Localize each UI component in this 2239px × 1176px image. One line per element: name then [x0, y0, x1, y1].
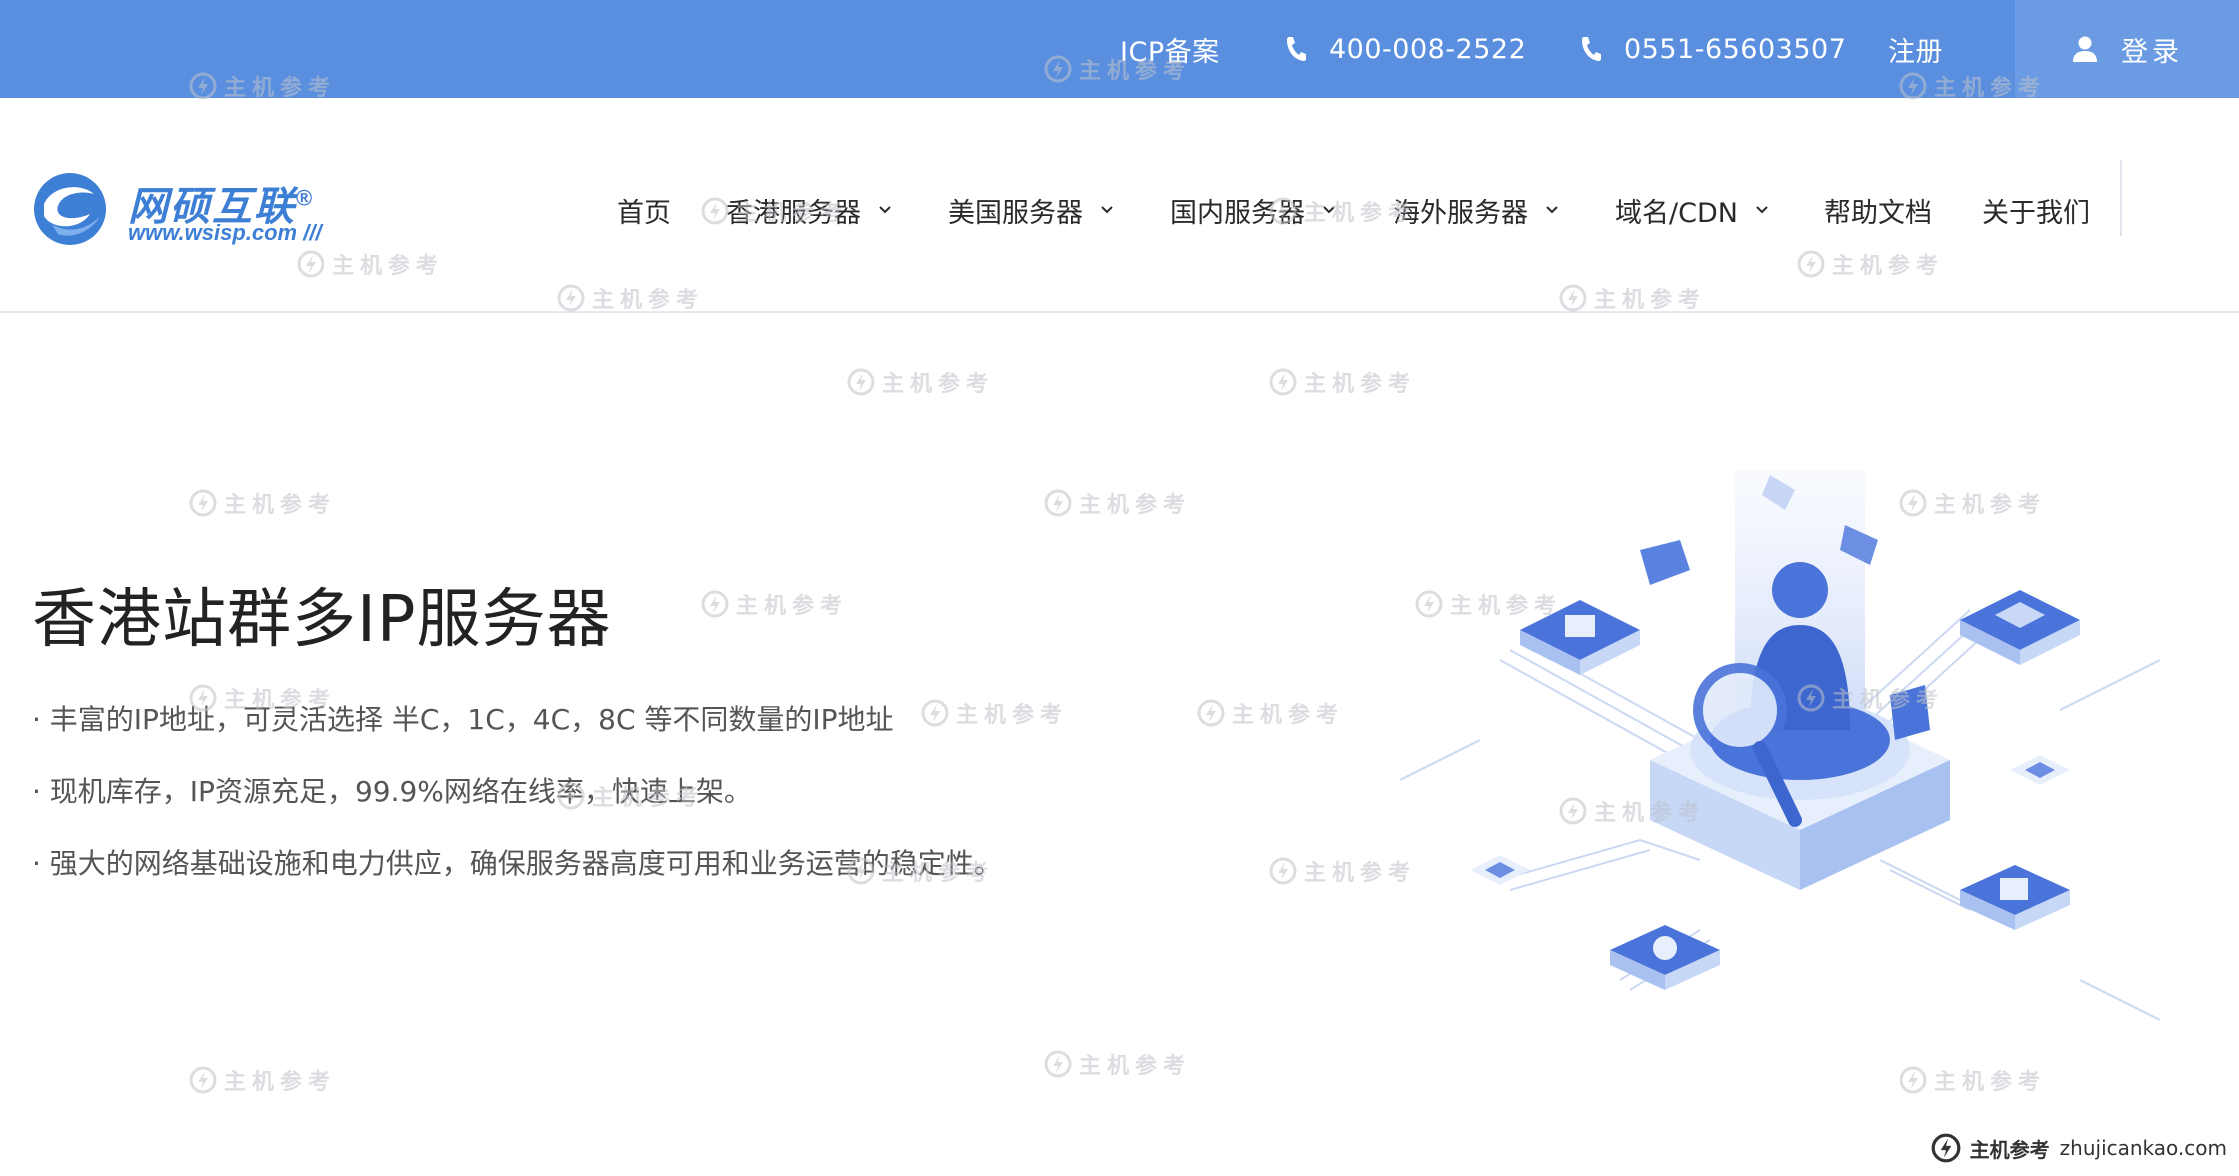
watermark-logo-icon: [189, 1066, 217, 1094]
hero-bullet: · 丰富的IP地址，可灵活选择 半C，1C，4C，8C 等不同数量的IP地址: [32, 703, 894, 736]
watermark-logo-icon: [701, 590, 729, 618]
chevron-down-icon: [1323, 206, 1335, 214]
nav-item-hk-servers[interactable]: 香港服务器: [726, 180, 893, 240]
user-icon: [2073, 36, 2097, 62]
icp-label: ICP备案: [1120, 36, 1220, 68]
watermark-logo-icon: [1269, 368, 1297, 396]
phone-number-2: 0551-65603507: [1624, 33, 1847, 65]
icp-link[interactable]: ICP备案: [1120, 0, 1220, 98]
logo-url: www.wsisp.com ///: [128, 220, 322, 245]
phone-icon: [1287, 37, 1306, 61]
nav-item-label: 美国服务器: [948, 197, 1083, 229]
phone-icon: [1582, 37, 1601, 61]
register-label: 注册: [1888, 36, 1943, 68]
watermark-text: 主机参考: [224, 1070, 337, 1095]
registered-mark: ®: [296, 185, 315, 211]
nav-item-help-docs[interactable]: 帮助文档: [1824, 180, 1932, 240]
hero-bullet: · 强大的网络基础设施和电力供应，确保服务器高度可用和业务运营的稳定性。: [32, 847, 1002, 880]
chevron-down-icon: [1546, 206, 1558, 214]
watermark: 主机参考: [700, 588, 848, 620]
watermark-logo-icon: [921, 699, 949, 727]
phone-number-1: 400-008-2522: [1329, 33, 1527, 65]
nav-item-home[interactable]: 首页: [617, 180, 671, 240]
nav-item-label: 域名/CDN: [1615, 197, 1738, 229]
watermark-text: 主机参考: [1079, 1054, 1192, 1079]
watermark: 主机参考: [1268, 855, 1416, 887]
top-bar: ICP备案 400-008-2522 0551-65603507 注册 登录: [0, 0, 2239, 98]
watermark-text: 主机参考: [1232, 703, 1345, 728]
chevron-down-icon: [1756, 206, 1768, 214]
login-button[interactable]: 登录: [2015, 0, 2239, 98]
nav-item-label: 国内服务器: [1170, 197, 1305, 229]
nav-divider: [2120, 160, 2122, 236]
watermark-text: 主机参考: [956, 703, 1069, 728]
nav-item-domestic-servers[interactable]: 国内服务器: [1170, 180, 1337, 240]
watermark: 主机参考: [1196, 697, 1344, 729]
watermark: 主机参考: [846, 366, 994, 398]
watermark-text: 主机参考: [224, 493, 337, 518]
watermark-logo-icon: [1269, 857, 1297, 885]
watermark-text: 主机参考: [882, 372, 995, 397]
nav-item-domain-cdn[interactable]: 域名/CDN: [1615, 180, 1770, 240]
watermark: 主机参考: [1043, 1048, 1191, 1080]
watermark-text: 主机参考: [1304, 372, 1417, 397]
watermark: 主机参考: [1043, 487, 1191, 519]
phone-contact-2[interactable]: 0551-65603507: [1580, 0, 1846, 98]
nav-item-label: 海外服务器: [1393, 197, 1528, 229]
site-header: 网硕互联® www.wsisp.com /// 首页 香港服务器 美国服务器 国…: [0, 98, 2239, 313]
watermark: 主机参考: [188, 487, 336, 519]
watermark-logo-icon: [1931, 1133, 1961, 1163]
watermark-logo-icon: [847, 368, 875, 396]
nav-item-label: 香港服务器: [726, 197, 861, 229]
chevron-down-icon: [1101, 206, 1113, 214]
nav-item-label: 帮助文档: [1824, 197, 1932, 229]
nav-item-us-servers[interactable]: 美国服务器: [948, 180, 1115, 240]
watermark: 主机参考: [188, 1064, 336, 1096]
nav-item-label: 首页: [617, 197, 671, 229]
server-network-illustration: [1400, 470, 2161, 1021]
hero-title: 香港站群多IP服务器: [32, 583, 612, 657]
corner-watermark-name: 主机参考: [1969, 1137, 2050, 1162]
watermark-logo-icon: [1044, 1050, 1072, 1078]
logo-mark-icon: [34, 173, 106, 245]
watermark-text: 主机参考: [736, 594, 849, 619]
nav-item-about[interactable]: 关于我们: [1982, 180, 2090, 240]
watermark-logo-icon: [189, 489, 217, 517]
watermark-logo-icon: [1044, 489, 1072, 517]
corner-watermark-domain: zhujicankao.com: [2059, 1136, 2227, 1160]
watermark-logo-icon: [1197, 699, 1225, 727]
watermark: 主机参考: [1268, 366, 1416, 398]
phone-contact-1[interactable]: 400-008-2522: [1285, 0, 1526, 98]
chevron-down-icon: [879, 206, 891, 214]
nav-item-overseas-servers[interactable]: 海外服务器: [1393, 180, 1560, 240]
watermark-text: 主机参考: [1079, 493, 1192, 518]
watermark: 主机参考: [920, 697, 1068, 729]
nav-item-label: 关于我们: [1982, 197, 2090, 229]
register-link[interactable]: 注册: [1888, 0, 1943, 98]
login-label: 登录: [2121, 36, 2183, 68]
hero-bullet: · 现机库存，IP资源充足，99.9%网络在线率，快速上架。: [32, 775, 752, 808]
corner-watermark: 主机参考 zhujicankao.com: [1930, 1132, 2227, 1164]
